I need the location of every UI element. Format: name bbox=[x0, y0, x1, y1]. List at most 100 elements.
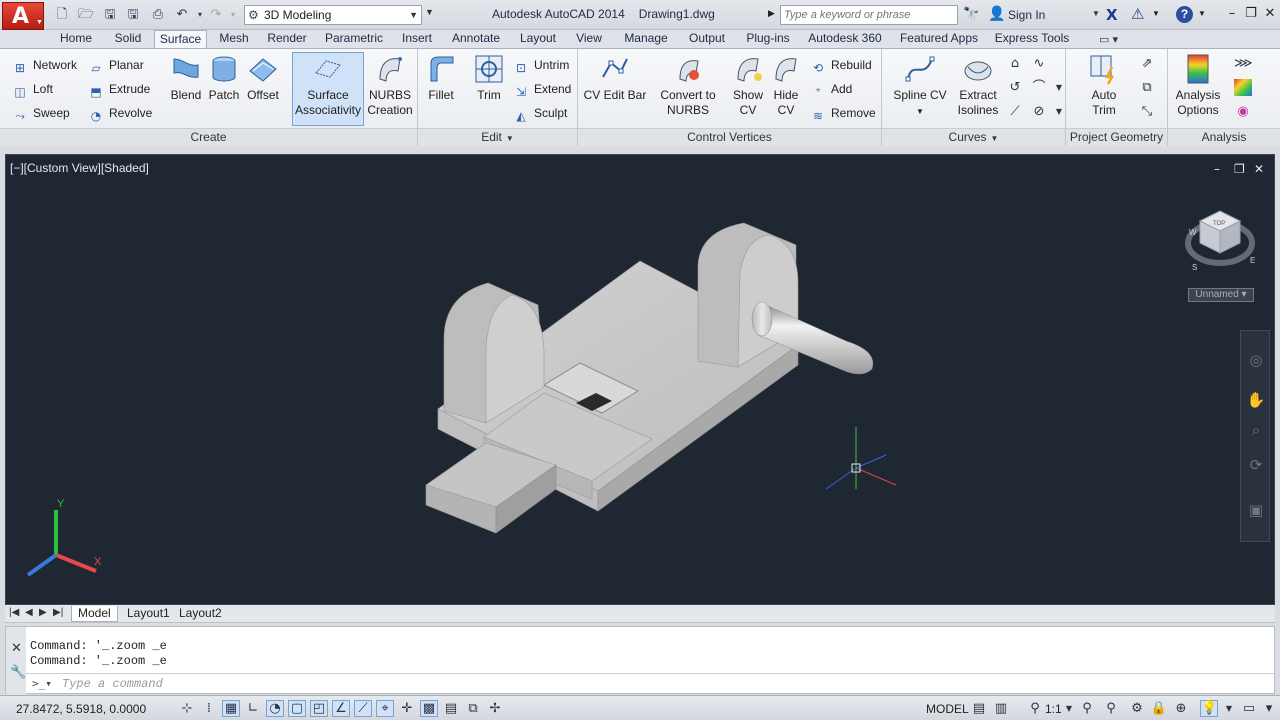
customize-quick-access-icon[interactable]: ▼ bbox=[425, 7, 434, 17]
last-layout-icon[interactable]: ▶| bbox=[53, 607, 63, 618]
dynamic-ucs-icon[interactable]: ⟋ bbox=[354, 700, 372, 717]
spline-cv-button[interactable]: Spline CV ▼ bbox=[892, 53, 948, 119]
chevron-down-icon[interactable]: ▼ bbox=[1198, 9, 1206, 18]
tab-featured-apps[interactable]: Featured Apps bbox=[894, 30, 984, 48]
zoom-extents-icon[interactable]: ⌕ bbox=[1246, 421, 1266, 441]
nurbs-creation-button[interactable]: NURBS Creation bbox=[366, 53, 414, 118]
trim-button[interactable]: Trim bbox=[470, 53, 508, 103]
project-to-view-icon[interactable]: ⧉ bbox=[1138, 79, 1156, 96]
panel-edit-label[interactable]: Edit ▼ bbox=[418, 128, 577, 146]
extract-isolines-button[interactable]: Extract Isolines bbox=[954, 53, 1002, 118]
curve-tool-icon[interactable]: ∿ bbox=[1030, 55, 1048, 72]
binoculars-icon[interactable]: 🔭 bbox=[963, 7, 979, 22]
curvature-analysis-icon[interactable] bbox=[1234, 79, 1252, 96]
ribbon-display-options-icon[interactable]: ▭ ▾ bbox=[1099, 33, 1118, 46]
showmotion-icon[interactable]: ▣ bbox=[1246, 501, 1266, 521]
rebuild-button[interactable]: ⟲ Rebuild bbox=[810, 55, 872, 75]
object-snap-tracking-icon[interactable]: ∠ bbox=[332, 700, 350, 717]
search-input[interactable] bbox=[780, 5, 958, 25]
lineweight-icon[interactable]: ✛ bbox=[398, 700, 416, 717]
workspace-select[interactable]: ⚙ 3D Modeling ▼ bbox=[244, 5, 422, 25]
planar-button[interactable]: ▱ Planar bbox=[88, 55, 143, 75]
autodesk-360-icon[interactable]: ⚠ bbox=[1131, 5, 1144, 23]
close-icon[interactable]: ✕ bbox=[11, 641, 22, 656]
quick-properties-icon[interactable]: ▤ bbox=[442, 700, 460, 717]
project-along-vector-icon[interactable]: ⤡ bbox=[1138, 103, 1156, 120]
tab-insert[interactable]: Insert bbox=[396, 30, 438, 48]
curve-tool-icon[interactable]: ↺ bbox=[1006, 79, 1024, 96]
offset-button[interactable]: Offset bbox=[244, 53, 282, 103]
command-prompt-icon[interactable]: >_▾ bbox=[32, 677, 52, 690]
expand-search-icon[interactable]: ▶ bbox=[768, 8, 775, 19]
sweep-button[interactable]: ⤳ Sweep bbox=[12, 103, 70, 123]
chevron-down-icon[interactable]: ▼ bbox=[1092, 9, 1100, 18]
tab-mesh[interactable]: Mesh bbox=[212, 30, 256, 48]
status-menu-icon[interactable]: ▾ bbox=[1260, 700, 1278, 717]
viewport-minimize-icon[interactable]: – bbox=[1214, 162, 1220, 176]
help-icon[interactable]: ? bbox=[1176, 6, 1193, 23]
object-snap-icon[interactable]: ▢ bbox=[288, 700, 306, 717]
fillet-button[interactable]: Fillet bbox=[422, 53, 460, 103]
tab-parametric[interactable]: Parametric bbox=[320, 30, 388, 48]
blend-button[interactable]: Blend bbox=[168, 53, 204, 103]
new-file-icon[interactable]: 🗋 bbox=[54, 7, 70, 23]
grid-display-icon[interactable]: ▦ bbox=[222, 700, 240, 717]
model-space-toggle[interactable]: MODEL bbox=[926, 702, 969, 716]
network-button[interactable]: ⊞ Network bbox=[12, 55, 77, 75]
undo-dropdown-icon[interactable]: ▾ bbox=[192, 7, 208, 23]
extend-button[interactable]: ⇲ Extend bbox=[513, 79, 571, 99]
drawing-viewport[interactable]: Y X TOP W S E [−][Custom View][Shaded] –… bbox=[5, 154, 1275, 605]
tab-express-tools[interactable]: Express Tools bbox=[990, 30, 1074, 48]
tab-annotate[interactable]: Annotate bbox=[446, 30, 506, 48]
analysis-options-button[interactable]: Analysis Options bbox=[1170, 53, 1226, 118]
annotation-visibility-icon[interactable]: ⚲ bbox=[1078, 700, 1096, 717]
command-line-grip[interactable]: ✕ 🔧 bbox=[6, 627, 26, 695]
curve-tool-icon[interactable]: ⌂ bbox=[1006, 55, 1024, 72]
3d-object-snap-icon[interactable]: ◰ bbox=[310, 700, 328, 717]
undo-icon[interactable]: ↶ bbox=[174, 7, 190, 23]
tab-output[interactable]: Output bbox=[682, 30, 732, 48]
tab-home[interactable]: Home bbox=[52, 30, 100, 48]
close-icon[interactable]: ✕ bbox=[1262, 6, 1278, 22]
annotation-monitor-icon[interactable]: ✢ bbox=[486, 700, 504, 717]
surface-associativity-button[interactable]: Surface Associativity bbox=[292, 52, 364, 126]
redo-dropdown-icon[interactable]: ▾ bbox=[225, 7, 241, 23]
loft-button[interactable]: ◫ Loft bbox=[12, 79, 53, 99]
dynamic-input-icon[interactable]: ⌖ bbox=[376, 700, 394, 717]
exchange-apps-icon[interactable]: X bbox=[1106, 6, 1122, 24]
tab-surface[interactable]: Surface bbox=[154, 30, 207, 48]
cursor-coordinates[interactable]: 27.8472, 5.5918, 0.0000 bbox=[16, 702, 146, 716]
untrim-button[interactable]: ⊡ Untrim bbox=[513, 55, 569, 75]
draft-analysis-icon[interactable]: ◉ bbox=[1234, 103, 1252, 120]
workspace-switching-icon[interactable]: ⚙ bbox=[1128, 700, 1146, 717]
save-as-icon[interactable]: 🖫 bbox=[125, 7, 141, 23]
minimize-icon[interactable]: – bbox=[1224, 6, 1240, 22]
pan-hand-icon[interactable]: ✋ bbox=[1246, 391, 1266, 411]
show-cv-button[interactable]: Show CV bbox=[730, 53, 766, 118]
tab-autodesk-360[interactable]: Autodesk 360 bbox=[804, 30, 886, 48]
ucs-menu[interactable]: Unnamed ▾ bbox=[1188, 288, 1254, 302]
chevron-down-icon[interactable]: ▼ bbox=[1220, 700, 1238, 717]
selection-cycling-icon[interactable]: ⧉ bbox=[464, 700, 482, 717]
redo-icon[interactable]: ↷ bbox=[208, 7, 224, 23]
quick-view-drawings-icon[interactable]: ▥ bbox=[992, 700, 1010, 717]
steering-wheel-icon[interactable]: ◎ bbox=[1246, 351, 1266, 371]
isolate-objects-icon[interactable]: 💡 bbox=[1200, 700, 1218, 717]
sculpt-button[interactable]: ◭ Sculpt bbox=[513, 103, 567, 123]
tab-plug-ins[interactable]: Plug-ins bbox=[740, 30, 796, 48]
viewport-restore-icon[interactable]: ❐ bbox=[1234, 162, 1245, 176]
curve-tool-icon[interactable]: ⟋ bbox=[1006, 103, 1024, 120]
auto-trim-button[interactable]: Auto Trim bbox=[1084, 53, 1124, 118]
application-menu-button[interactable]: A ▼ bbox=[2, 2, 44, 30]
tab-view[interactable]: View bbox=[570, 30, 608, 48]
curve-tool-icon[interactable]: ⊘ bbox=[1030, 103, 1048, 120]
curve-tool-icon[interactable]: ⌒ bbox=[1030, 79, 1048, 96]
open-folder-icon[interactable]: 🗁 bbox=[78, 7, 94, 23]
tab-manage[interactable]: Manage bbox=[616, 30, 676, 48]
print-icon[interactable]: ⎙ bbox=[150, 7, 166, 23]
quick-view-layouts-icon[interactable]: ▤ bbox=[970, 700, 988, 717]
user-icon[interactable]: 👤 bbox=[988, 6, 1005, 22]
next-layout-icon[interactable]: ▶ bbox=[39, 607, 47, 618]
viewport-close-icon[interactable]: ✕ bbox=[1254, 162, 1264, 176]
convert-to-nurbs-button[interactable]: Convert to NURBS bbox=[656, 53, 720, 118]
